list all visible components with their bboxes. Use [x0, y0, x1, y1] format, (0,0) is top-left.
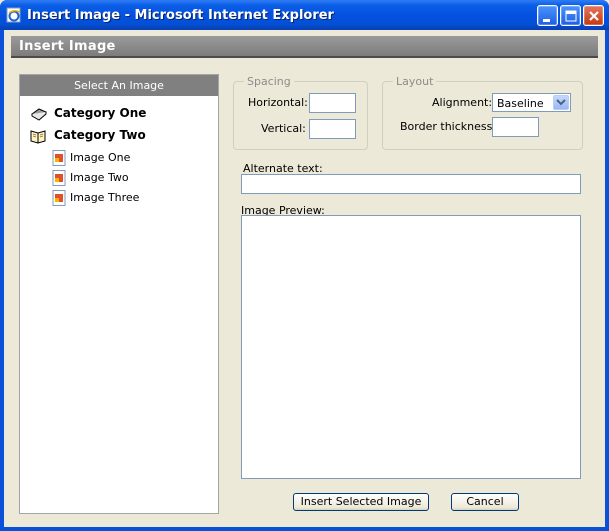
close-button[interactable] — [583, 5, 604, 26]
vertical-spacing-input[interactable] — [309, 119, 356, 139]
dialog-header: Insert Image — [11, 36, 598, 58]
image-label: Image One — [70, 151, 131, 164]
horizontal-label: Horizontal: — [248, 96, 308, 109]
alignment-selected-value: Baseline — [497, 97, 544, 110]
maximize-icon — [565, 10, 577, 22]
close-icon — [589, 11, 599, 21]
image-label: Image Three — [70, 191, 140, 204]
image-file-icon — [52, 170, 66, 186]
alignment-label: Alignment: — [432, 96, 493, 109]
dialog-header-title: Insert Image — [19, 39, 116, 54]
spacing-legend: Spacing — [247, 75, 291, 88]
insert-selected-image-button[interactable]: Insert Selected Image — [293, 493, 429, 511]
image-file-icon — [52, 190, 66, 206]
browser-window: Insert Image - Microsoft Internet Explor… — [0, 0, 609, 531]
dialog-body: Insert Image Select An Image Category On… — [4, 30, 605, 527]
image-label: Image Two — [70, 171, 129, 184]
layout-legend: Layout — [396, 75, 434, 88]
vertical-label: Vertical: — [261, 122, 306, 135]
category-label: Category One — [54, 106, 147, 120]
closed-book-icon — [31, 108, 47, 121]
category-label: Category Two — [54, 128, 146, 142]
alignment-dropdown-button[interactable] — [553, 95, 569, 110]
image-list-panel: Select An Image Category One Category Tw… — [19, 74, 219, 514]
layout-group: Layout — [382, 75, 583, 150]
alignment-select[interactable]: Baseline — [492, 93, 571, 112]
maximize-button[interactable] — [560, 5, 581, 26]
image-preview-area — [241, 215, 581, 479]
horizontal-spacing-input[interactable] — [309, 93, 356, 113]
minimize-button[interactable] — [537, 5, 558, 26]
border-thickness-label: Border thickness: — [400, 120, 497, 133]
chevron-down-icon — [556, 99, 566, 106]
alternate-text-input[interactable] — [241, 174, 581, 194]
open-book-icon — [30, 130, 46, 144]
image-file-icon — [52, 150, 66, 166]
cancel-button[interactable]: Cancel — [451, 493, 519, 511]
image-list-heading: Select An Image — [20, 75, 218, 96]
border-thickness-input[interactable] — [492, 117, 539, 137]
window-title: Insert Image - Microsoft Internet Explor… — [27, 8, 334, 23]
minimize-icon — [543, 19, 550, 22]
internet-explorer-icon — [6, 7, 21, 23]
title-bar[interactable]: Insert Image - Microsoft Internet Explor… — [0, 0, 609, 30]
